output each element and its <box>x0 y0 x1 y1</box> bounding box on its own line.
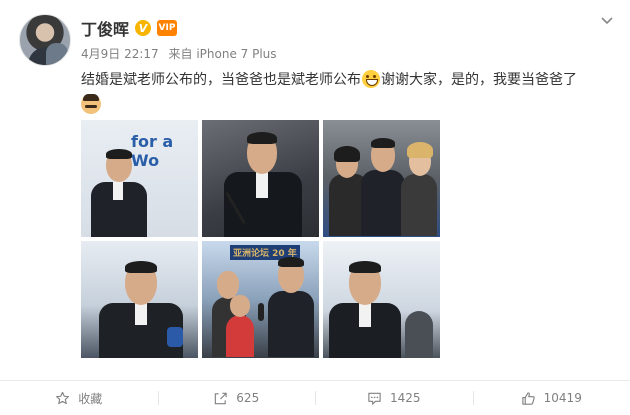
person-collar <box>113 182 123 200</box>
avatar-figure-2 <box>46 43 68 65</box>
person-center-hair <box>371 138 395 148</box>
repost-count: 625 <box>236 391 260 405</box>
comment-icon <box>368 392 381 405</box>
photo-2[interactable] <box>202 120 319 237</box>
person-right-hair <box>407 142 433 158</box>
person-left-hair <box>334 146 360 162</box>
photo-6[interactable] <box>323 241 440 358</box>
person-collar <box>135 303 147 325</box>
microphone <box>167 327 183 347</box>
person-hair <box>106 149 132 159</box>
photo-4[interactable] <box>81 241 198 358</box>
avatar[interactable] <box>19 14 71 66</box>
post-timestamp[interactable]: 4月9日 22:17 <box>81 47 159 61</box>
post-text-part2: 谢谢大家，是的，我要当爸爸了 <box>381 72 577 88</box>
person-hair <box>125 261 157 273</box>
comment-button[interactable]: 1425 <box>315 381 473 415</box>
thumbs-up-icon <box>521 391 535 405</box>
photo-1-banner-text: for a Wo <box>131 132 174 170</box>
mustache-emoji-icon <box>81 94 101 114</box>
star-icon <box>56 391 70 404</box>
post-meta: 4月9日 22:17 来自 iPhone 7 Plus <box>81 45 283 62</box>
photo-3[interactable] <box>323 120 440 237</box>
photo-5[interactable]: 亚洲论坛 20 年 <box>202 241 319 358</box>
verified-badge-icon[interactable]: V <box>135 20 152 36</box>
repost-button[interactable]: 625 <box>157 381 316 415</box>
person-hair <box>247 132 277 144</box>
person-child-shirt <box>226 315 254 357</box>
favorite-label: 收藏 <box>78 391 103 406</box>
person-hair <box>278 257 304 267</box>
person-collar <box>256 172 268 198</box>
person-suit <box>268 291 314 357</box>
person-hair <box>349 261 381 273</box>
username-row: 丁俊晖 V VIP <box>81 16 178 40</box>
weibo-post-card: 丁俊晖 V VIP 4月9日 22:17 来自 iPhone 7 Plus 结婚… <box>0 0 630 415</box>
grin-emoji-icon <box>362 70 380 88</box>
post-text-part1: 结婚是斌老师公布的，当爸爸也是斌老师公布 <box>81 72 361 88</box>
person-collar <box>359 303 371 327</box>
post-source: 来自 iPhone 7 Plus <box>168 47 277 61</box>
post-text: 结婚是斌老师公布的，当爸爸也是斌老师公布 谢谢大家，是的，我要当爸爸了 <box>81 68 611 114</box>
person-right-suit <box>401 174 437 236</box>
action-bar: 收藏 625 1425 10419 <box>0 381 630 415</box>
share-icon <box>215 392 227 404</box>
like-button[interactable]: 10419 <box>472 381 630 415</box>
person-center-suit <box>361 170 405 236</box>
background-person <box>405 311 433 358</box>
microphone <box>258 303 264 321</box>
person-child-head <box>230 295 250 317</box>
comment-count: 1425 <box>389 391 421 405</box>
username[interactable]: 丁俊晖 <box>81 16 129 40</box>
photo-grid: for a Wo 亚洲论坛 20 年 <box>81 120 440 358</box>
favorite-button[interactable]: 收藏 <box>0 381 158 415</box>
photo-1[interactable]: for a Wo <box>81 120 198 237</box>
chevron-down-icon[interactable] <box>600 14 614 28</box>
member-badge-icon[interactable]: VIP <box>157 20 178 36</box>
like-count: 10419 <box>543 391 582 405</box>
